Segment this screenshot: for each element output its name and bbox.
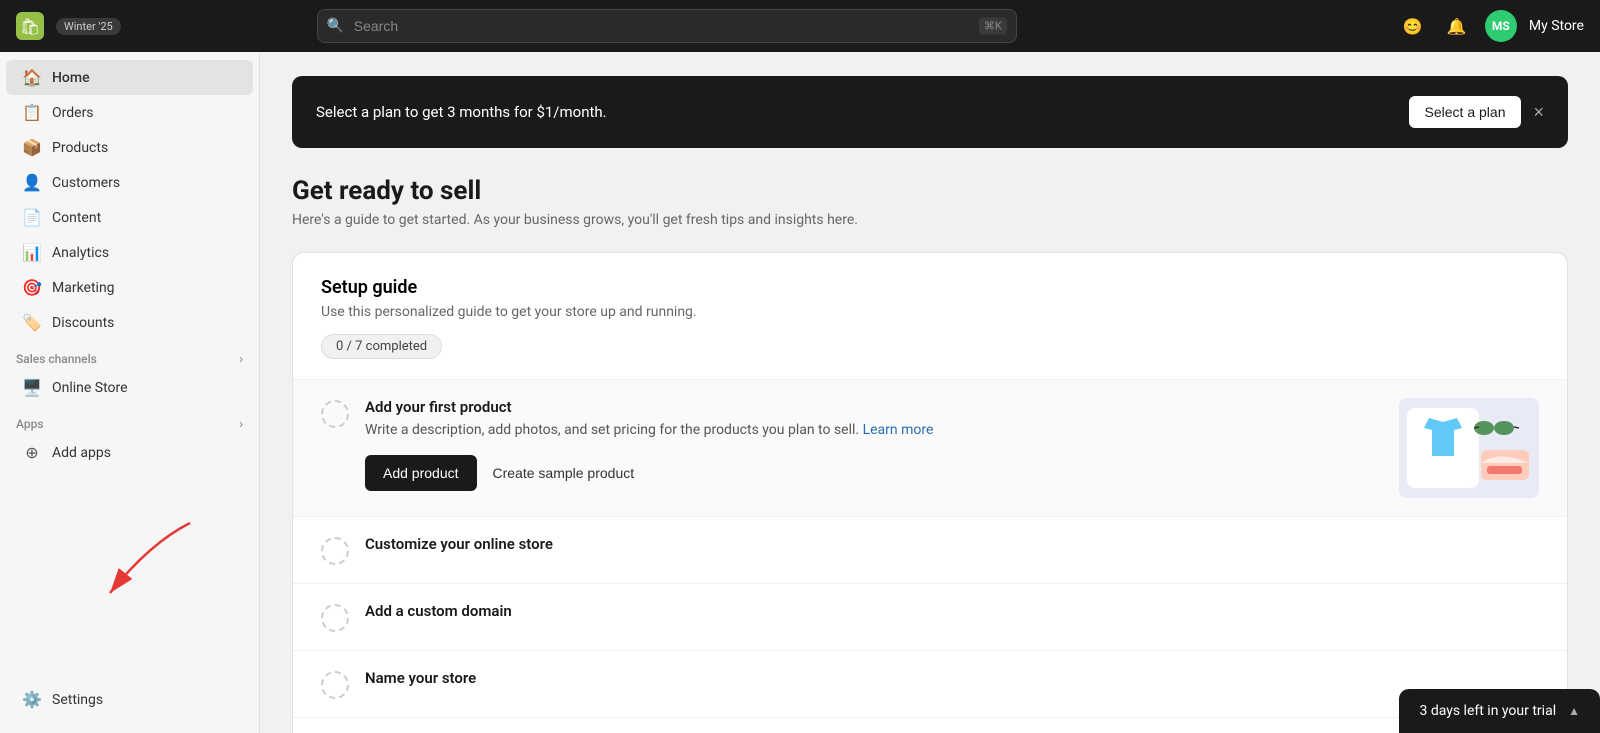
setup-item-custom-domain[interactable]: Add a custom domain bbox=[293, 584, 1567, 651]
setup-item-checkbox-name-store[interactable] bbox=[321, 671, 349, 699]
sidebar-item-label: Customers bbox=[52, 175, 120, 191]
notification-icon-button[interactable]: 🔔 bbox=[1441, 10, 1473, 42]
online-store-icon: 🖥️ bbox=[22, 378, 42, 397]
sidebar-item-home[interactable]: 🏠 Home bbox=[6, 60, 253, 95]
search-shortcut-badge: ⌘K bbox=[979, 18, 1007, 35]
setup-item-desc: Write a description, add photos, and set… bbox=[365, 420, 1379, 441]
progress-text: 0 / 7 completed bbox=[336, 339, 427, 354]
sidebar-item-label: Products bbox=[52, 140, 108, 156]
sidebar-bottom: ⚙️ Settings bbox=[0, 674, 259, 725]
banner-close-button[interactable]: × bbox=[1533, 102, 1544, 123]
add-product-button[interactable]: Add product bbox=[365, 455, 477, 491]
content-icon: 📄 bbox=[22, 208, 42, 227]
product-illustration bbox=[1399, 398, 1539, 498]
setup-item-checkbox-add-product[interactable] bbox=[321, 400, 349, 428]
setup-item-content-name-store: Name your store bbox=[365, 669, 1539, 691]
sidebar-item-label: Analytics bbox=[52, 245, 109, 261]
setup-item-checkbox-custom-domain[interactable] bbox=[321, 604, 349, 632]
customers-icon: 👤 bbox=[22, 173, 42, 192]
sidebar-item-orders[interactable]: 📋 Orders bbox=[6, 95, 253, 130]
sidebar-item-customers[interactable]: 👤 Customers bbox=[6, 165, 253, 200]
setup-item-customize-store[interactable]: Customize your online store bbox=[293, 517, 1567, 584]
sales-channels-label: Sales channels bbox=[16, 352, 97, 366]
trial-bar-chevron-icon: ▲ bbox=[1568, 704, 1580, 718]
sidebar: 🏠 Home 📋 Orders 📦 Products 👤 Customers 📄… bbox=[0, 52, 260, 733]
setup-item-actions: Add product Create sample product bbox=[365, 455, 1379, 491]
sidebar-item-label: Settings bbox=[52, 692, 103, 708]
create-sample-product-button[interactable]: Create sample product bbox=[489, 455, 639, 491]
apps-label: Apps bbox=[16, 417, 44, 431]
add-apps-icon: ⊕ bbox=[22, 443, 42, 462]
search-icon: 🔍 bbox=[327, 18, 344, 34]
setup-item-content-customize-store: Customize your online store bbox=[365, 535, 1539, 557]
setup-item-content-custom-domain: Add a custom domain bbox=[365, 602, 1539, 624]
apps-chevron-icon[interactable]: › bbox=[239, 417, 243, 431]
learn-more-link[interactable]: Learn more bbox=[863, 422, 934, 438]
settings-icon: ⚙️ bbox=[22, 690, 42, 709]
sidebar-item-label: Orders bbox=[52, 105, 94, 121]
trial-banner: Select a plan to get 3 months for $1/mon… bbox=[292, 76, 1568, 148]
setup-guide-subtitle: Use this personalized guide to get your … bbox=[321, 304, 1539, 320]
sidebar-item-label: Discounts bbox=[52, 315, 114, 331]
banner-text: Select a plan to get 3 months for $1/mon… bbox=[316, 103, 607, 121]
apps-section: Apps › bbox=[0, 405, 259, 435]
sidebar-item-label: Home bbox=[52, 70, 90, 86]
shopify-logo-icon: 🛍 bbox=[16, 12, 44, 40]
setup-guide-title: Setup guide bbox=[321, 277, 1539, 298]
sidebar-item-label: Content bbox=[52, 210, 101, 226]
trial-bar[interactable]: 3 days left in your trial ▲ bbox=[1399, 689, 1600, 733]
sales-channels-section: Sales channels › bbox=[0, 340, 259, 370]
setup-item-title: Add a custom domain bbox=[365, 602, 1539, 620]
sidebar-item-content[interactable]: 📄 Content bbox=[6, 200, 253, 235]
sidebar-item-discounts[interactable]: 🏷️ Discounts bbox=[6, 305, 253, 340]
topnav: 🛍 shopify Winter '25 🔍 ⌘K 😊 🔔 MS My Stor… bbox=[0, 0, 1600, 52]
sales-channels-chevron-icon[interactable]: › bbox=[239, 352, 243, 366]
products-icon: 📦 bbox=[22, 138, 42, 157]
sidebar-item-analytics[interactable]: 📊 Analytics bbox=[6, 235, 253, 270]
setup-item-content-add-product: Add your first product Write a descripti… bbox=[365, 398, 1379, 491]
setup-guide-header: Setup guide Use this personalized guide … bbox=[293, 253, 1567, 380]
logo[interactable]: 🛍 shopify bbox=[16, 12, 44, 40]
search-input[interactable] bbox=[317, 9, 1017, 43]
search-container: 🔍 ⌘K bbox=[317, 9, 1017, 43]
sidebar-item-online-store[interactable]: 🖥️ Online Store bbox=[6, 370, 253, 405]
page-title: Get ready to sell bbox=[292, 176, 1568, 206]
customer-icon-button[interactable]: 😊 bbox=[1397, 10, 1429, 42]
setup-item-title: Customize your online store bbox=[365, 535, 1539, 553]
sidebar-item-label: Add apps bbox=[52, 445, 111, 461]
orders-icon: 📋 bbox=[22, 103, 42, 122]
setup-item-shipping-rates[interactable]: Set your shipping rates bbox=[293, 718, 1567, 733]
home-icon: 🏠 bbox=[22, 68, 42, 87]
sidebar-item-label: Online Store bbox=[52, 380, 128, 396]
main-content: Select a plan to get 3 months for $1/mon… bbox=[260, 52, 1600, 733]
analytics-icon: 📊 bbox=[22, 243, 42, 262]
sidebar-item-marketing[interactable]: 🎯 Marketing bbox=[6, 270, 253, 305]
topnav-actions: 😊 🔔 MS My Store bbox=[1397, 10, 1584, 42]
setup-item-checkbox-customize-store[interactable] bbox=[321, 537, 349, 565]
select-plan-button[interactable]: Select a plan bbox=[1409, 96, 1522, 128]
avatar[interactable]: MS bbox=[1485, 10, 1517, 42]
setup-item-title: Add your first product bbox=[365, 398, 1379, 416]
setup-item-add-product[interactable]: Add your first product Write a descripti… bbox=[293, 380, 1567, 517]
marketing-icon: 🎯 bbox=[22, 278, 42, 297]
sidebar-item-add-apps[interactable]: ⊕ Add apps bbox=[6, 435, 253, 470]
sidebar-item-label: Marketing bbox=[52, 280, 115, 296]
banner-actions: Select a plan × bbox=[1409, 96, 1544, 128]
setup-item-title: Name your store bbox=[365, 669, 1539, 687]
store-name-label[interactable]: My Store bbox=[1529, 18, 1584, 34]
page-subtitle: Here's a guide to get started. As your b… bbox=[292, 212, 1568, 228]
season-badge: Winter '25 bbox=[56, 18, 121, 35]
sidebar-item-products[interactable]: 📦 Products bbox=[6, 130, 253, 165]
setup-guide-card: Setup guide Use this personalized guide … bbox=[292, 252, 1568, 733]
sidebar-item-settings[interactable]: ⚙️ Settings bbox=[6, 682, 253, 717]
trial-bar-text: 3 days left in your trial bbox=[1419, 703, 1556, 719]
progress-badge: 0 / 7 completed bbox=[321, 334, 442, 359]
setup-item-name-store[interactable]: Name your store bbox=[293, 651, 1567, 718]
discounts-icon: 🏷️ bbox=[22, 313, 42, 332]
product-illustration-svg bbox=[1399, 398, 1539, 498]
